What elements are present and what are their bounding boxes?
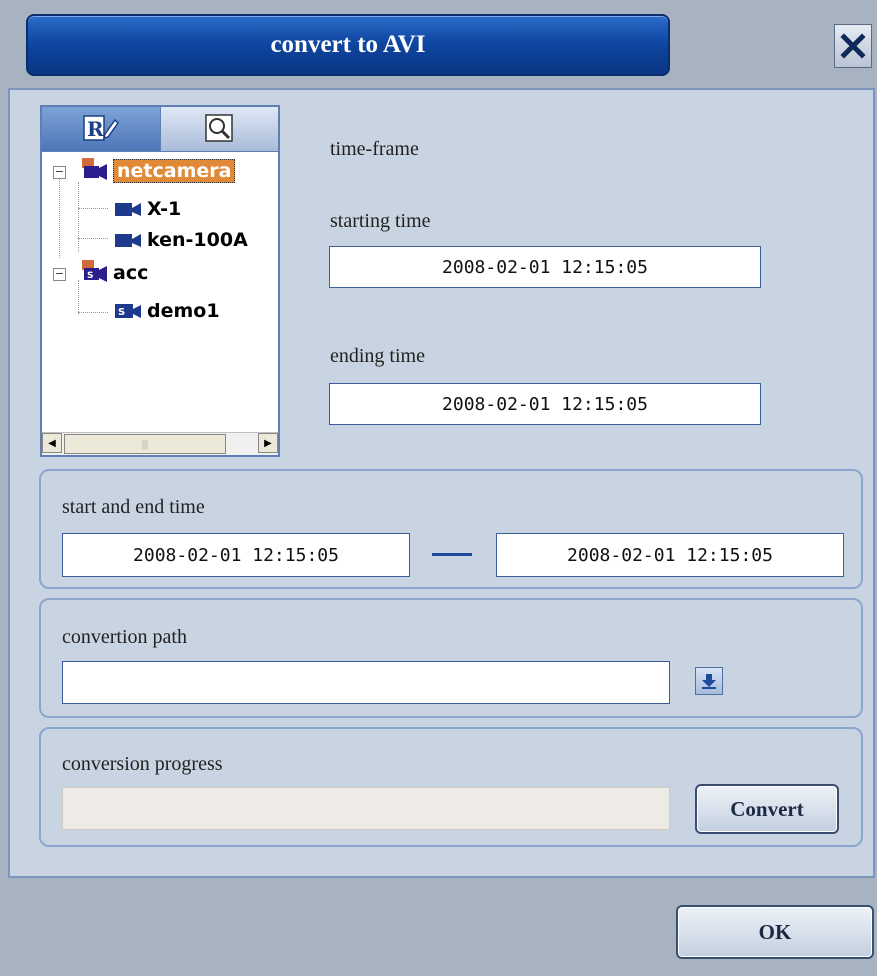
conversion-progress-label: conversion progress [62, 753, 223, 775]
tree-item-label: netcamera [113, 159, 236, 183]
range-separator [432, 553, 472, 556]
conversion-path-label: convertion path [62, 626, 187, 648]
device-tree-panel: R − netcamera X-1 ken-100A − S acc S dem… [40, 105, 280, 457]
tree-item-label: ken-100A [147, 229, 248, 251]
range-end-field[interactable]: 2008-02-01 12:15:05 [496, 533, 844, 577]
scroll-left-button[interactable]: ◀ [42, 433, 62, 453]
tree-item-demo1[interactable]: S demo1 [114, 298, 220, 324]
close-icon [840, 33, 866, 59]
camera-icon [114, 231, 142, 249]
browse-path-button[interactable] [695, 667, 723, 695]
record-edit-icon: R [83, 115, 119, 141]
dialog-title-bar: convert to AVI [26, 14, 670, 76]
horizontal-scrollbar[interactable]: ◀ ||| ▶ [42, 432, 278, 455]
arrow-right-icon: ▶ [264, 437, 272, 449]
tab-record-edit[interactable]: R [42, 107, 161, 151]
close-button[interactable] [834, 24, 872, 68]
tree-item-x-1[interactable]: X-1 [114, 196, 181, 222]
camera-group-icon [80, 158, 108, 180]
search-icon [205, 114, 233, 142]
starting-time-field[interactable]: 2008-02-01 12:15:05 [329, 246, 761, 288]
starting-time-label: starting time [330, 210, 431, 232]
tree-item-label: X-1 [147, 198, 182, 220]
svg-text:S: S [118, 307, 125, 318]
arrow-left-icon: ◀ [48, 437, 56, 449]
ending-time-label: ending time [330, 345, 425, 367]
scroll-right-button[interactable]: ▶ [258, 433, 278, 453]
expand-toggle-acc[interactable]: − [53, 268, 66, 281]
camera-icon [114, 200, 142, 218]
ending-time-field[interactable]: 2008-02-01 12:15:05 [329, 383, 761, 425]
server-group-icon: S [80, 260, 108, 282]
tree-item-label: acc [113, 262, 149, 284]
device-tree: − netcamera X-1 ken-100A − S acc S demo1 [42, 152, 278, 418]
tree-item-label: demo1 [147, 300, 220, 322]
tab-search[interactable] [160, 107, 278, 151]
dialog-title: convert to AVI [270, 31, 426, 58]
ok-button[interactable]: OK [676, 905, 874, 959]
scroll-thumb[interactable]: ||| [64, 434, 226, 454]
tree-item-acc[interactable]: S acc [80, 260, 148, 286]
download-arrow-icon [702, 674, 716, 689]
expand-toggle-netcamera[interactable]: − [53, 166, 66, 179]
svg-text:S: S [87, 271, 93, 281]
time-frame-heading: time-frame [330, 138, 419, 160]
svg-text:R: R [87, 117, 104, 141]
conversion-path-input[interactable] [62, 661, 670, 704]
tree-item-netcamera[interactable]: netcamera [80, 158, 236, 184]
convert-button[interactable]: Convert [695, 784, 839, 834]
start-end-time-label: start and end time [62, 496, 205, 518]
range-start-field[interactable]: 2008-02-01 12:15:05 [62, 533, 410, 577]
conversion-progress-bar [62, 787, 670, 830]
server-camera-icon: S [114, 302, 142, 320]
tree-item-ken-100a[interactable]: ken-100A [114, 227, 248, 253]
